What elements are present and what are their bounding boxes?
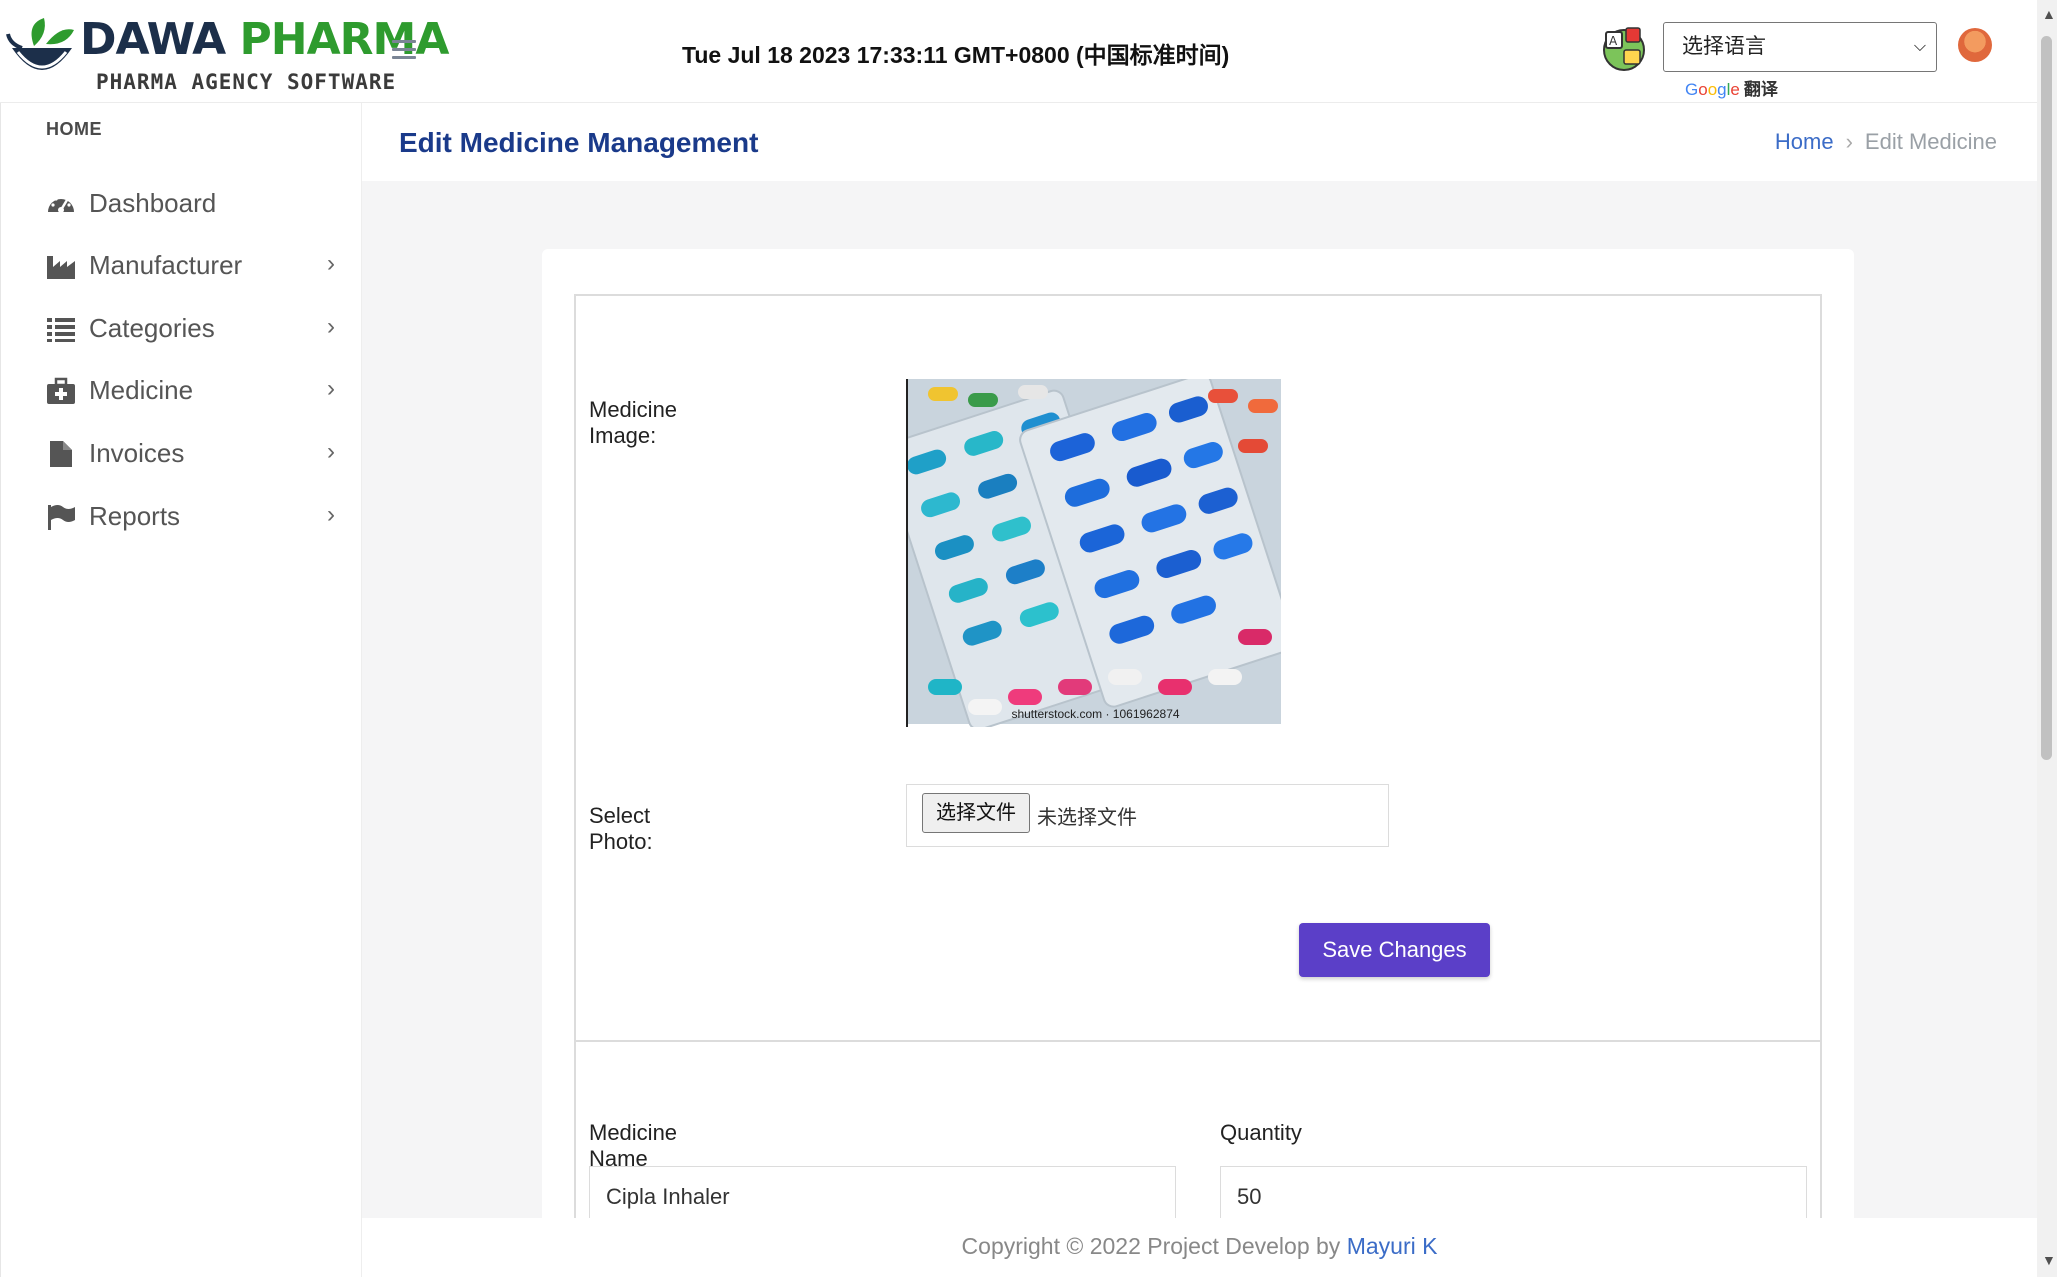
sidebar-item-invoices[interactable]: Invoices › <box>1 424 362 484</box>
chevron-down-icon: ⌵ <box>1913 38 1926 55</box>
breadcrumb-separator-icon: › <box>1845 129 1853 154</box>
sidebar-item-label: Dashboard <box>89 188 217 218</box>
medicine-name-input[interactable]: Cipla Inhaler <box>589 1166 1176 1218</box>
breadcrumb: Home › Edit Medicine <box>1775 129 1997 155</box>
sidebar: HOME Dashboard Manufacturer › Categories… <box>0 103 362 1277</box>
file-status-text: 未选择文件 <box>1037 807 1137 829</box>
photo-file-input[interactable]: 选择文件 未选择文件 <box>906 784 1389 847</box>
sidebar-item-label: Reports <box>89 501 181 531</box>
dashboard-icon <box>48 197 74 213</box>
chevron-right-icon: › <box>327 501 335 528</box>
scroll-down-icon[interactable]: ▼ <box>2042 1252 2056 1268</box>
sidebar-item-label: Medicine <box>89 375 194 405</box>
sidebar-heading: HOME <box>46 119 102 139</box>
quantity-input[interactable]: 50 <box>1220 1166 1807 1218</box>
quantity-label: Quantity <box>1220 1120 1302 1145</box>
choose-file-button[interactable]: 选择文件 <box>922 793 1030 833</box>
language-select[interactable]: 选择语言 ⌵ <box>1663 22 1937 72</box>
save-changes-button[interactable]: Save Changes <box>1299 923 1490 977</box>
copyright-text: Copyright © 2022 Project Develop by <box>961 1233 1341 1259</box>
language-select-value: 选择语言 <box>1682 35 1766 58</box>
breadcrumb-current: Edit Medicine <box>1864 129 1997 154</box>
chevron-right-icon: › <box>327 375 335 402</box>
page-title: Edit Medicine Management <box>399 127 759 158</box>
image-caption: shutterstock.com · 1061962874 <box>1011 707 1180 721</box>
chevron-right-icon: › <box>327 438 335 465</box>
medkit-icon <box>47 377 75 404</box>
sidebar-item-categories[interactable]: Categories › <box>1 299 362 359</box>
logo[interactable]: DAWA PHARMA PHARMA AGENCY SOFTWARE <box>4 8 449 98</box>
select-photo-label: Select Photo: <box>589 803 653 854</box>
page-header: Edit Medicine Management Home › Edit Medic… <box>362 103 2037 181</box>
sidebar-item-dashboard[interactable]: Dashboard <box>1 174 362 234</box>
industry-icon <box>47 256 75 279</box>
scrollbar-thumb[interactable] <box>2041 36 2052 760</box>
user-avatar[interactable] <box>1958 28 1992 62</box>
medicine-image: shutterstock.com · 1061962874 <box>906 379 1281 727</box>
footer: Copyright © 2022 Project Develop by Mayu… <box>362 1218 2037 1277</box>
medicine-image-label: Medicine Image: <box>589 397 678 448</box>
svg-text:A: A <box>1609 34 1618 48</box>
brand-tagline: PHARMA AGENCY SOFTWARE <box>96 70 397 94</box>
capsule-blister-image <box>908 379 1281 727</box>
translate-icon: A <box>1603 27 1645 71</box>
medicine-name-label: Medicine Name <box>589 1120 678 1171</box>
sidebar-item-label: Categories <box>89 313 215 343</box>
file-icon <box>50 441 72 467</box>
sidebar-item-medicine[interactable]: Medicine › <box>1 361 362 421</box>
top-bar: DAWA PHARMA PHARMA AGENCY SOFTWARE Tue J… <box>0 0 2037 103</box>
google-translate-credit[interactable]: Google 翻译 <box>1685 75 1778 100</box>
breadcrumb-home-link[interactable]: Home <box>1775 129 1834 154</box>
vertical-scrollbar[interactable]: ▲ ▼ <box>2037 0 2057 1277</box>
menu-toggle-icon[interactable] <box>392 40 416 60</box>
scroll-up-icon[interactable]: ▲ <box>2042 6 2056 22</box>
sidebar-item-reports[interactable]: Reports › <box>1 487 362 547</box>
chevron-right-icon: › <box>327 250 335 277</box>
flag-icon <box>48 505 75 530</box>
sidebar-item-label: Invoices <box>89 438 185 468</box>
current-datetime: Tue Jul 18 2023 17:33:11 GMT+0800 (中国标准时… <box>682 42 1230 68</box>
sidebar-item-manufacturer[interactable]: Manufacturer › <box>1 236 362 296</box>
sidebar-item-label: Manufacturer <box>89 250 243 280</box>
author-link[interactable]: Mayuri K <box>1347 1233 1438 1259</box>
list-icon <box>47 318 75 342</box>
mortar-leaf-logo-icon <box>6 18 74 70</box>
chevron-right-icon: › <box>327 313 335 340</box>
